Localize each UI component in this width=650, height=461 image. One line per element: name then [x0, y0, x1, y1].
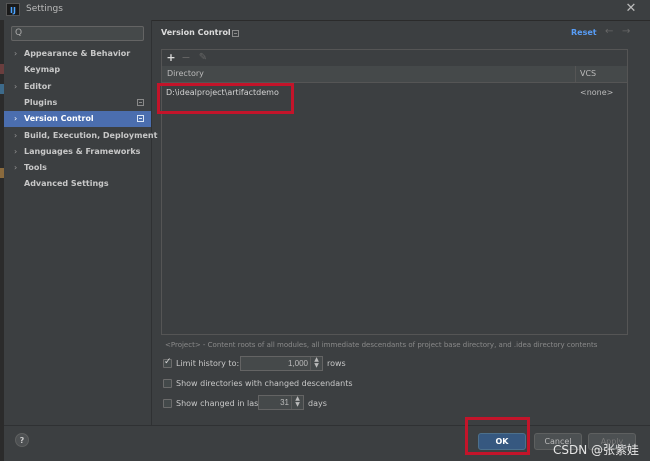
sidebar-item-keymap[interactable]: Keymap: [4, 62, 151, 78]
remove-icon[interactable]: −: [179, 50, 193, 66]
sidebar-item-label: Appearance & Behavior: [24, 49, 131, 58]
chevron-right-icon[interactable]: ›: [14, 46, 17, 62]
footer-divider: [4, 425, 650, 426]
column-header-directory[interactable]: Directory: [167, 69, 204, 78]
sidebar-item-plugins[interactable]: Plugins: [4, 95, 151, 111]
show-dirs-checkbox[interactable]: [163, 379, 172, 388]
help-icon[interactable]: ?: [15, 433, 29, 447]
forward-arrow-icon[interactable]: →: [622, 26, 630, 37]
chevron-right-icon[interactable]: ›: [14, 79, 17, 95]
column-header-vcs[interactable]: VCS: [580, 69, 596, 78]
column-separator: [575, 66, 576, 82]
project-level-icon: [137, 115, 144, 122]
intellij-app-icon: IJ: [6, 3, 20, 16]
sidebar-item-label: Advanced Settings: [24, 179, 109, 188]
sidebar-item-tools[interactable]: › Tools: [4, 160, 151, 176]
back-arrow-icon[interactable]: ←: [605, 26, 613, 37]
add-icon[interactable]: +: [164, 50, 178, 66]
settings-search-field[interactable]: Q: [11, 26, 144, 41]
highlight-box-ok: [465, 417, 530, 455]
limit-history-checkbox[interactable]: [163, 357, 172, 368]
sidebar-item-appearance-behavior[interactable]: › Appearance & Behavior: [4, 46, 151, 62]
watermark: CSDN @张紫娃: [553, 443, 640, 457]
edit-icon[interactable]: ✎: [196, 50, 210, 66]
spinner-arrows-icon[interactable]: ▲ ▼: [310, 357, 322, 370]
sidebar-item-label: Plugins: [24, 98, 58, 107]
chevron-right-icon[interactable]: ›: [14, 160, 17, 176]
show-changed-checkbox[interactable]: [163, 399, 172, 408]
sidebar-item-version-control[interactable]: › Version Control: [4, 111, 151, 127]
sidebar-item-label: Languages & Frameworks: [24, 147, 141, 156]
highlight-box-directory: [157, 83, 294, 114]
table-header: Directory VCS: [162, 66, 627, 83]
project-level-icon: [232, 30, 239, 37]
page-title: Version Control: [161, 28, 231, 37]
limit-history-label: Limit history to:: [176, 359, 240, 368]
window-title: Settings: [26, 4, 63, 14]
table-toolbar: + − ✎: [162, 50, 627, 66]
close-icon[interactable]: ✕: [624, 1, 638, 17]
sidebar-item-label: Keymap: [24, 65, 61, 74]
title-bar: [0, 0, 650, 21]
project-level-icon: [137, 99, 144, 106]
sidebar-item-label: Version Control: [24, 114, 94, 123]
sidebar-item-label: Build, Execution, Deployment: [24, 131, 158, 140]
cell-vcs[interactable]: <none>: [580, 88, 613, 97]
table-body: D:\idealproject\artifactdemo <none>: [162, 83, 627, 334]
show-changed-label: Show changed in last: [176, 399, 262, 408]
settings-search-input[interactable]: [26, 28, 136, 39]
sidebar-item-build-execution-deployment[interactable]: › Build, Execution, Deployment: [4, 128, 157, 144]
spinner-arrows-icon[interactable]: ▲ ▼: [291, 396, 303, 409]
chevron-right-icon[interactable]: ›: [14, 144, 17, 160]
rows-label: rows: [327, 359, 346, 368]
chevron-right-icon[interactable]: ›: [14, 111, 17, 127]
sidebar-item-editor[interactable]: › Editor: [4, 79, 151, 95]
show-dirs-label: Show directories with changed descendant…: [176, 379, 353, 388]
history-limit-field[interactable]: ▲▼: [240, 356, 323, 371]
days-field[interactable]: ▲▼: [258, 395, 304, 410]
sidebar-item-label: Tools: [24, 163, 47, 172]
reset-link[interactable]: Reset: [571, 28, 597, 37]
search-icon: Q: [15, 28, 23, 38]
chevron-right-icon[interactable]: ›: [14, 128, 17, 144]
sidebar-item-languages-frameworks[interactable]: › Languages & Frameworks: [4, 144, 151, 160]
sidebar-item-advanced-settings[interactable]: Advanced Settings: [4, 176, 151, 192]
sidebar-item-label: Editor: [24, 82, 52, 91]
hint-text: <Project> - Content roots of all modules…: [165, 341, 598, 349]
days-label: days: [308, 399, 327, 408]
